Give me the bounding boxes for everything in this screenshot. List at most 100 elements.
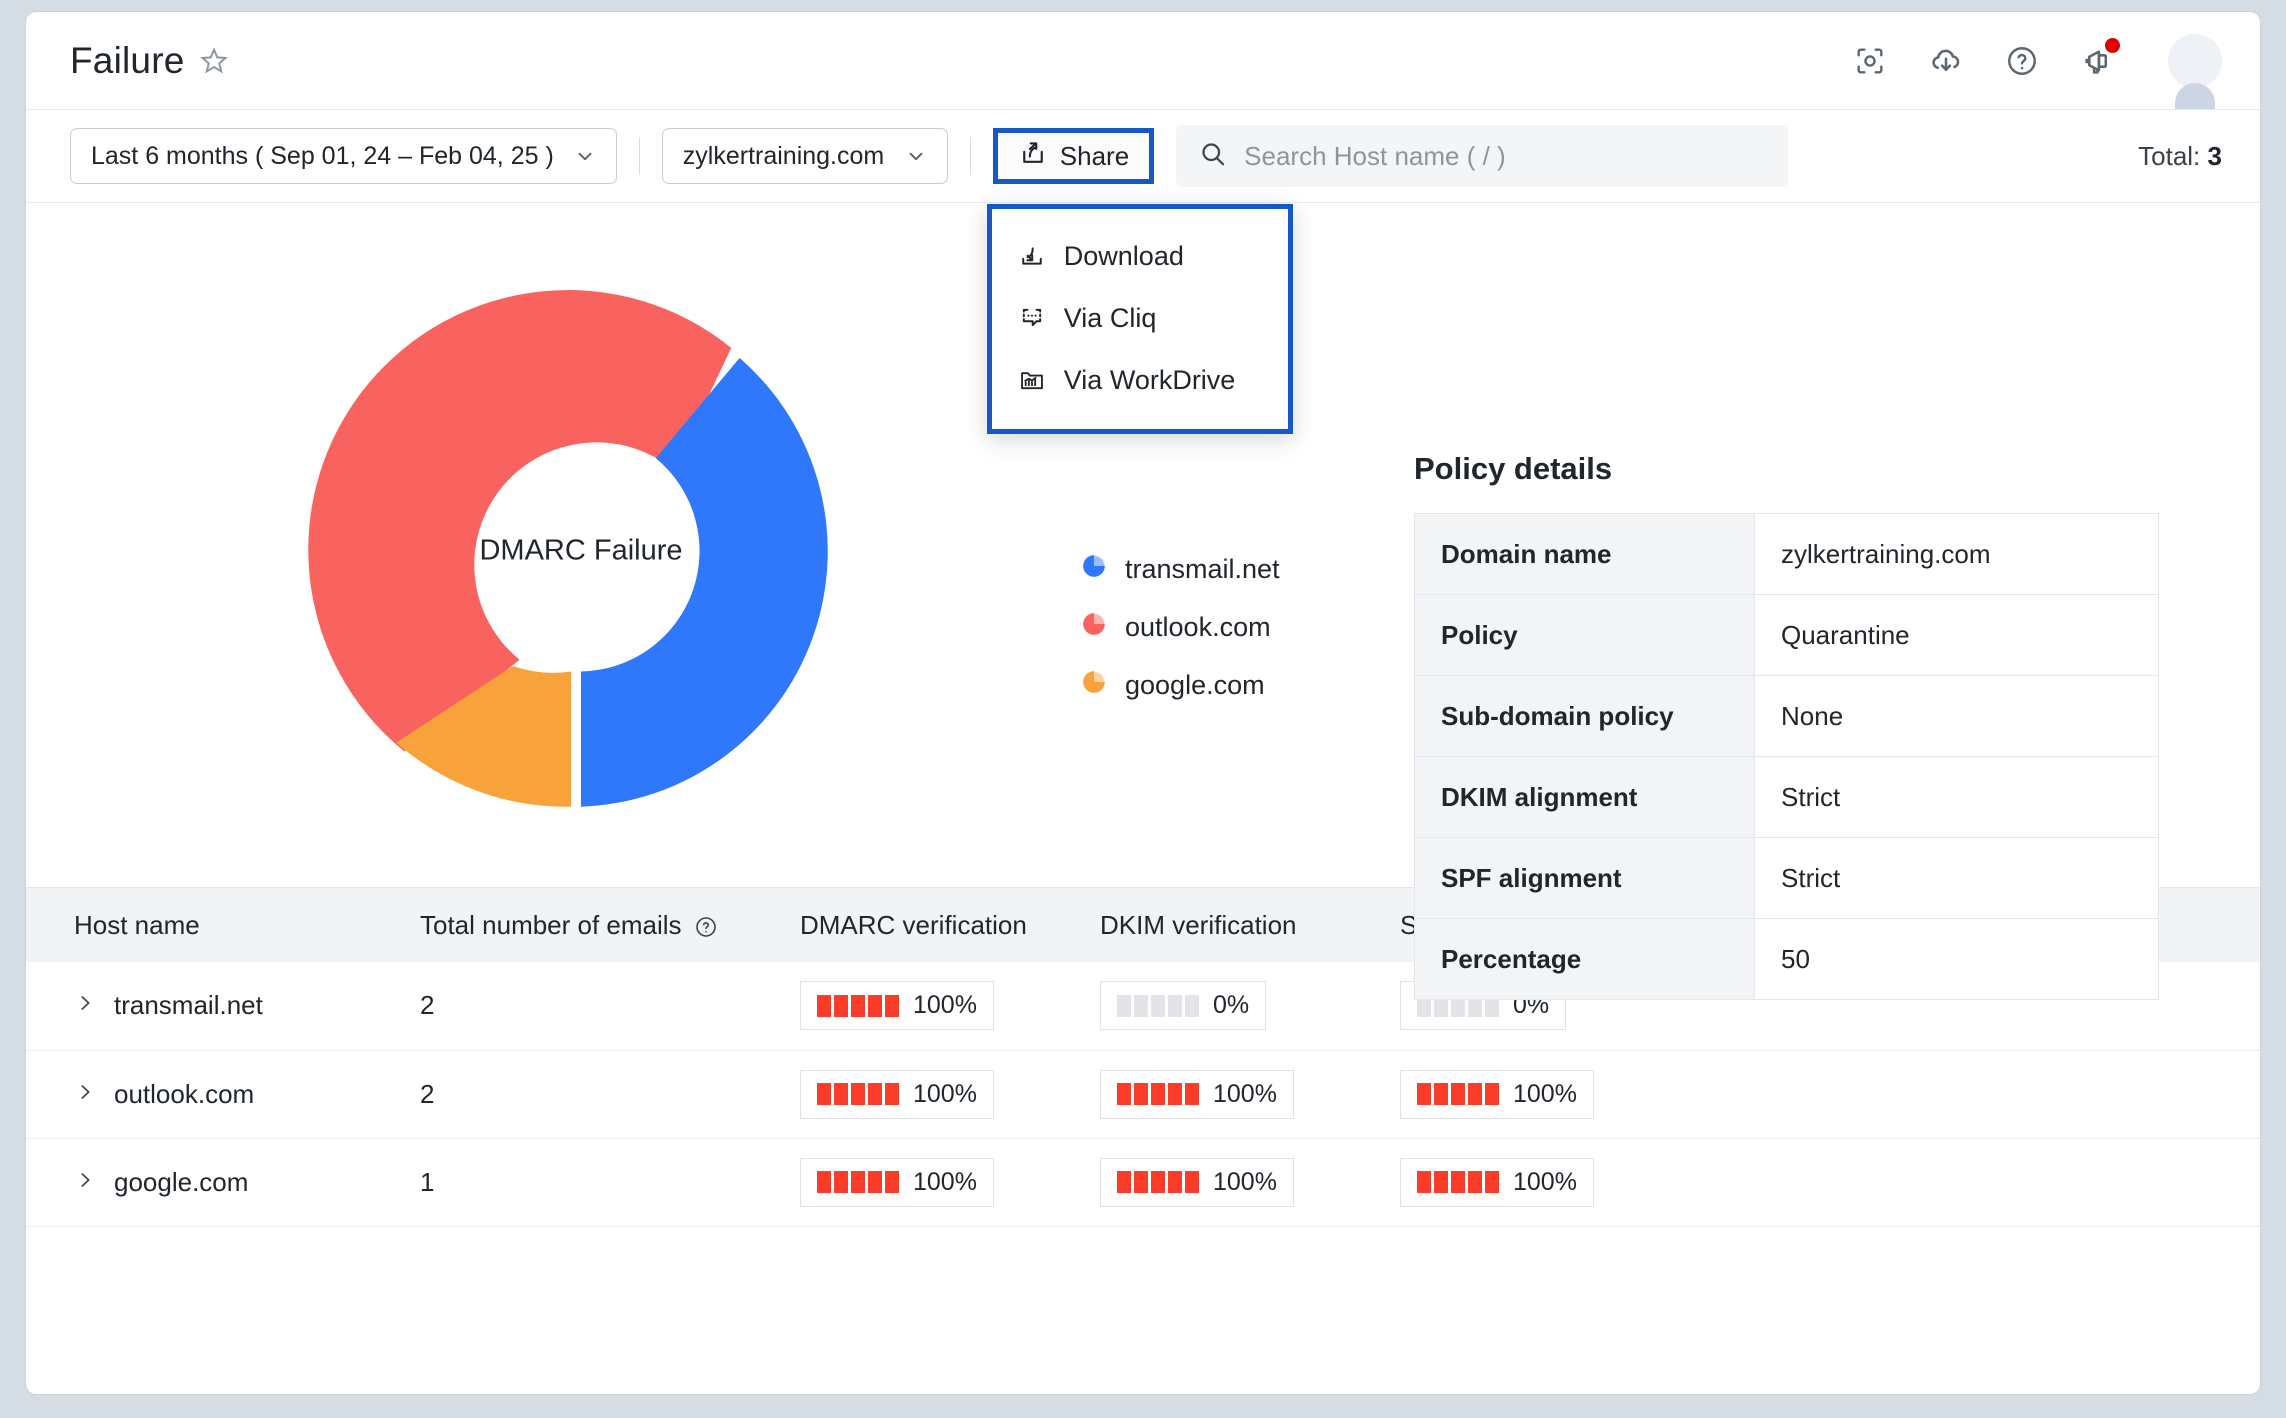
date-range-select[interactable]: Last 6 months ( Sep 01, 24 – Feb 04, 25 … [70,128,617,184]
cell-dkim-verification: 100% [1086,1138,1386,1227]
share-icon [1018,138,1048,175]
share-dropdown-menu: Download Via Cliq Via WorkDrive [986,204,1293,434]
avatar[interactable] [2168,33,2222,109]
meter-percent: 100% [1513,1079,1577,1108]
cell-host-name: google.com [26,1138,406,1227]
chevron-down-icon [905,145,927,167]
policy-key: SPF alignment [1414,837,1755,919]
column-header-host-name: Host name [26,888,406,962]
menu-item-label: Via Cliq [1063,302,1157,333]
domain-select[interactable]: zylkertraining.com [661,128,948,184]
domain-select-label: zylkertraining.com [682,141,885,170]
total-count: Total: 3 [2138,141,2222,172]
toolbar-divider-1 [638,137,640,175]
help-icon[interactable] [2002,41,2042,81]
meter-percent: 100% [913,1079,977,1108]
legend-item-transmail[interactable]: transmail.net [1081,553,1280,586]
menu-item-via-workdrive[interactable]: Via WorkDrive [992,349,1288,411]
menu-item-via-cliq[interactable]: Via Cliq [992,287,1288,349]
pie-marker-icon [1081,669,1107,702]
policy-value: zylkertraining.com [1754,513,2159,595]
verification-meter: 0% [1100,981,1267,1031]
share-button[interactable]: Share [992,128,1155,184]
download-icon [1018,242,1046,270]
share-button-label: Share [1059,140,1130,171]
pie-marker-icon [1081,553,1107,586]
announcement-icon[interactable] [2078,37,2120,81]
meter-percent: 100% [913,991,977,1020]
verification-meter: 100% [800,1069,994,1119]
chevron-right-icon [74,1167,96,1198]
column-header-dkim-verification: DKIM verification [1086,888,1386,962]
notification-badge [2105,37,2120,53]
verification-meter: 100% [1100,1069,1294,1119]
menu-item-download[interactable]: Download [992,225,1288,287]
cell-spf-verification: 100% [1386,1050,2260,1139]
table-row: outlook.com 2 100% 100% 100% [26,1050,2260,1139]
meter-bars [817,1083,899,1105]
policy-key: Domain name [1414,513,1755,595]
date-range-label: Last 6 months ( Sep 01, 24 – Feb 04, 25 … [91,141,554,170]
legend-item-outlook[interactable]: outlook.com [1081,611,1280,644]
toolbar-divider-2 [969,137,971,175]
policy-value: None [1754,675,2159,757]
app-header: Failure [26,12,2260,110]
page-title: Failure [70,39,185,81]
cell-dkim-verification: 100% [1086,1050,1386,1139]
chevron-down-icon [574,145,596,167]
screen-capture-icon[interactable] [1850,41,1890,81]
legend-item-google[interactable]: google.com [1081,669,1280,702]
host-expand-toggle[interactable]: transmail.net [74,990,392,1021]
legend-label: outlook.com [1125,612,1271,642]
meter-percent: 100% [1213,1079,1277,1108]
meter-percent: 100% [913,1167,977,1196]
filter-toolbar: Last 6 months ( Sep 01, 24 – Feb 04, 25 … [26,110,2260,434]
favorite-star-icon[interactable] [199,46,229,76]
meter-bars [817,994,899,1017]
policy-value: Strict [1754,837,2159,919]
table-row: DKIM alignment Strict [1414,756,2159,838]
search-icon [1198,139,1228,174]
policy-details-title: Policy details [1414,451,1613,486]
info-help-icon[interactable] [694,915,718,939]
verification-meter: 100% [800,981,994,1031]
meter-bars [817,1171,899,1193]
app-window: Failure Last 6 months (Sep 01, 24 – Feb… [26,12,2260,1394]
host-expand-toggle[interactable]: outlook.com [74,1079,392,1110]
menu-item-label: Download [1063,240,1184,271]
table-row: Policy Quarantine [1414,594,2159,676]
meter-bars [1117,1083,1199,1105]
total-value: 3 [2207,140,2222,171]
column-header-label: Total number of emails [420,909,682,940]
policy-details-panel: Policy details Domain name zylkertrainin… [1414,451,2159,1000]
meter-percent: 0% [1213,991,1250,1020]
cell-dmarc-verification: 100% [786,1050,1086,1139]
cell-dmarc-verification: 100% [786,1138,1086,1227]
meter-bars [1117,994,1199,1017]
workdrive-folder-icon [1018,366,1046,394]
cloud-download-icon[interactable] [1926,41,1966,81]
policy-value: 50 [1754,918,2159,1000]
chart-legend: transmail.net outlook.com google.com [1081,553,1280,702]
cell-spf-verification: 100% [1386,1138,2260,1227]
verification-meter: 100% [800,1157,994,1207]
table-row: google.com 1 100% 100% 100% [26,1138,2260,1227]
column-header-total-emails: Total number of emails [406,888,786,962]
table-row: Sub-domain policy None [1414,675,2159,757]
policy-details-table: Domain name zylkertraining.com Policy Qu… [1414,513,2159,1000]
total-label: Total: [2138,140,2201,171]
policy-value: Strict [1754,756,2159,838]
table-row: Percentage 50 [1414,918,2159,1000]
host-expand-toggle[interactable]: google.com [74,1167,392,1198]
column-header-dmarc-verification: DMARC verification [786,888,1086,962]
search-input[interactable] [1244,140,1767,172]
host-name-label: google.com [114,1166,249,1197]
chevron-right-icon [74,990,96,1021]
policy-key: Policy [1414,594,1755,676]
meter-bars [1117,1171,1199,1193]
cell-host-name: outlook.com [26,1050,406,1139]
search-box[interactable] [1176,125,1789,187]
cell-total-emails: 2 [406,962,786,1051]
dmarc-failure-donut-chart: DMARC Failure [231,221,931,881]
policy-key: Percentage [1414,918,1755,1000]
